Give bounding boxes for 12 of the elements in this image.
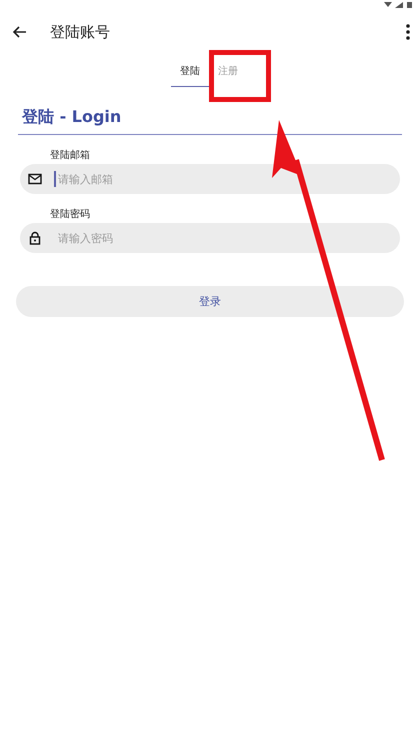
tab[interactable]: 登陆 bbox=[171, 58, 209, 87]
toolbar-title: 登陆账号 bbox=[50, 22, 111, 42]
login-button[interactable]: 登录 bbox=[16, 286, 404, 317]
field-label: 登陆邮箱 bbox=[50, 148, 90, 162]
status-icons bbox=[384, 2, 414, 8]
email-field[interactable]: 请输入邮箱 bbox=[20, 164, 400, 194]
mail-icon bbox=[28, 172, 42, 186]
field-label: 登陆密码 bbox=[50, 208, 90, 221]
password-field[interactable]: 请输入密码 bbox=[20, 223, 400, 253]
more-icon[interactable] bbox=[404, 22, 412, 42]
lock-icon bbox=[28, 231, 42, 245]
highlight-frame bbox=[209, 50, 271, 102]
